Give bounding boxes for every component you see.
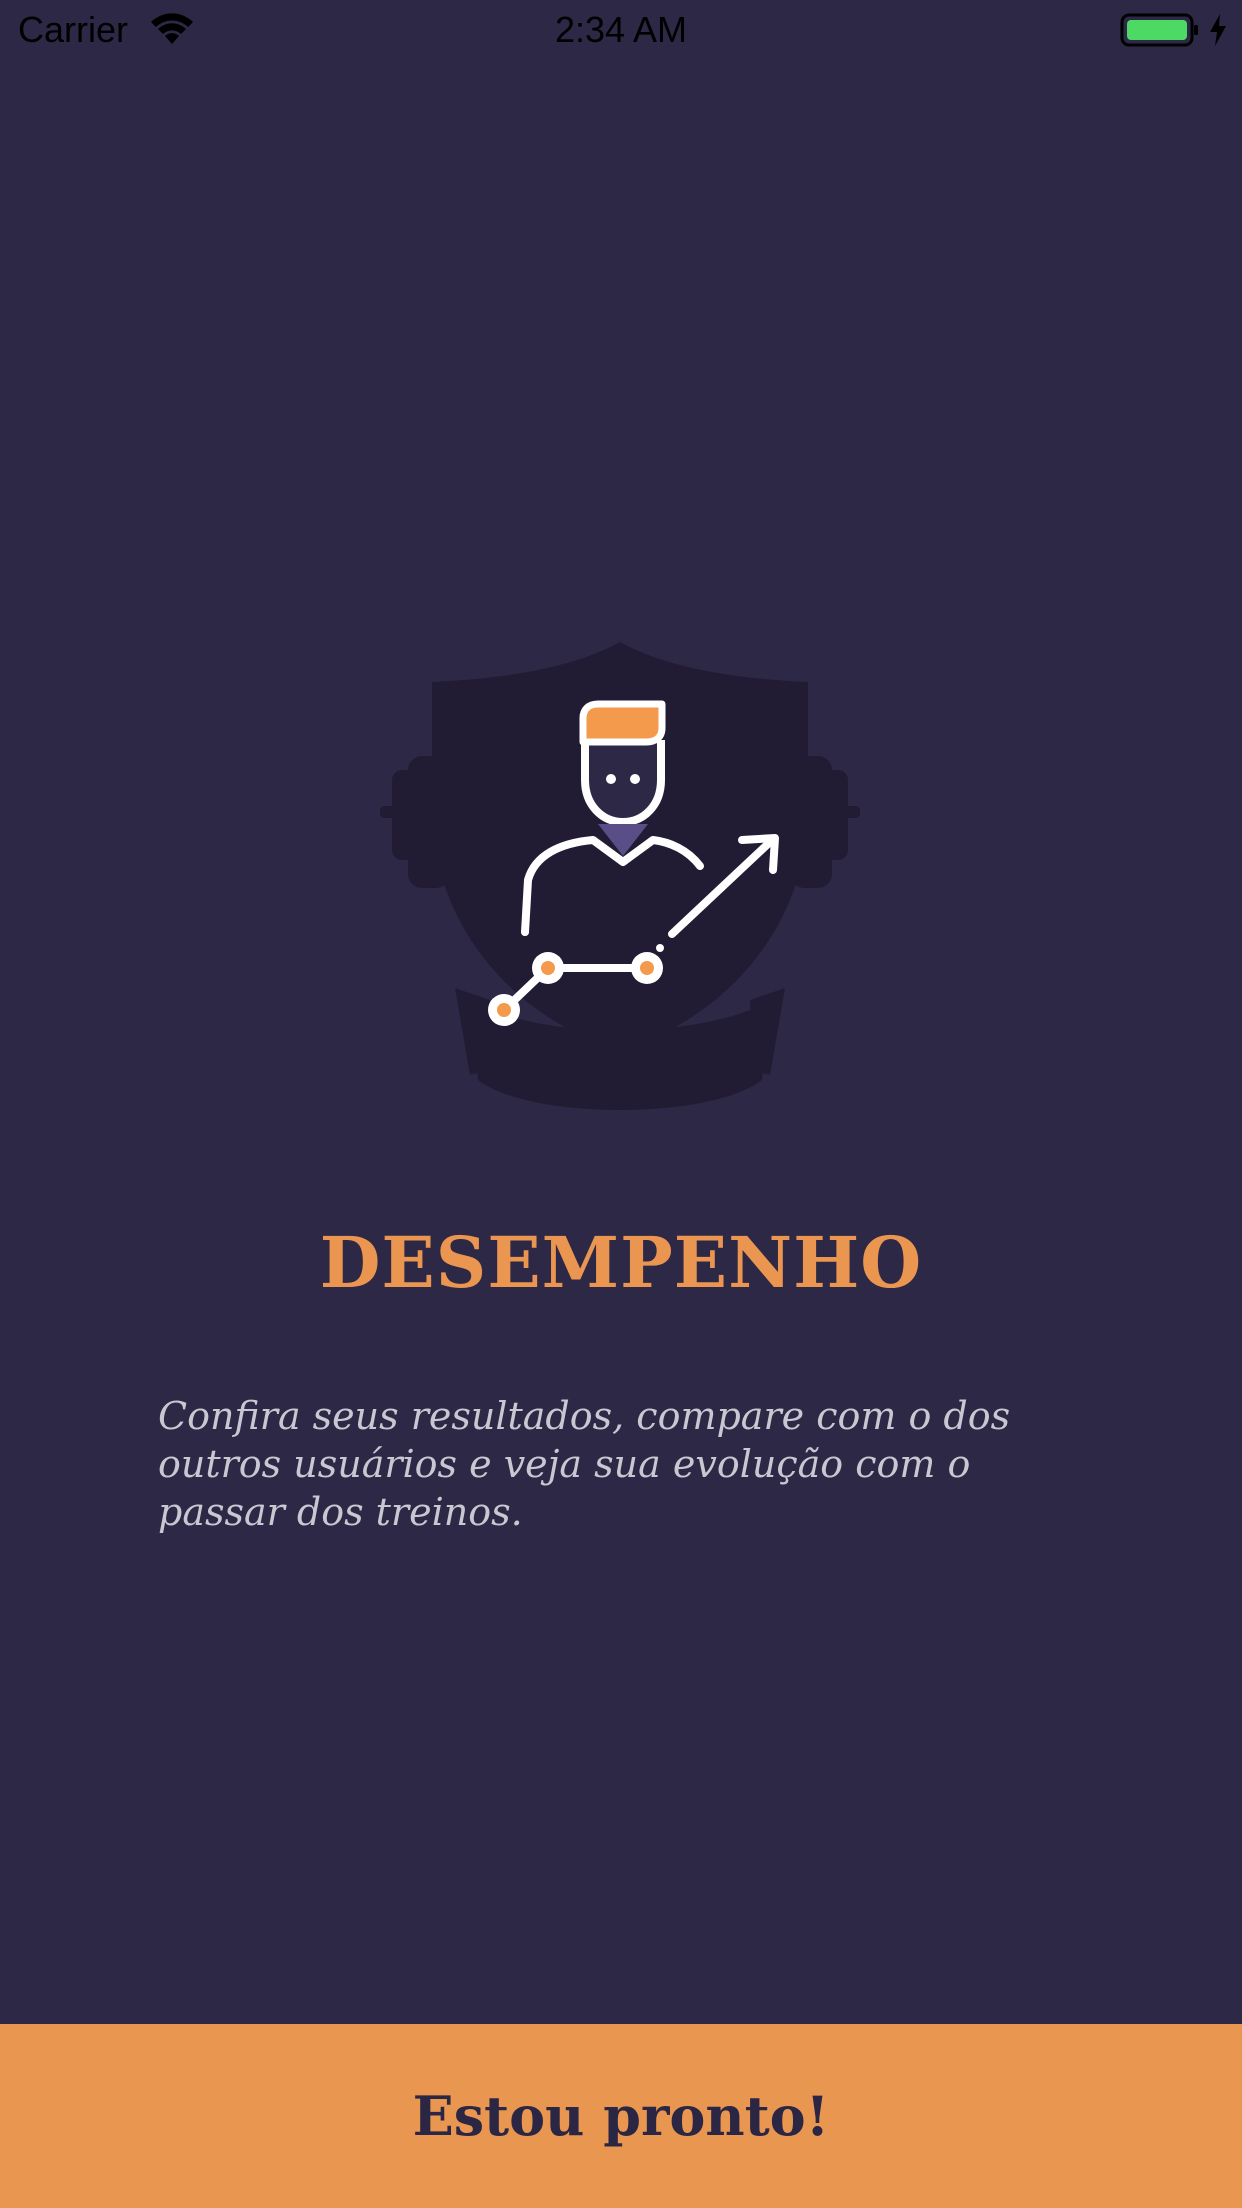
performance-chart-icon xyxy=(380,642,860,1110)
page-description: Confira seus resultados, compare com o d… xyxy=(158,1394,1011,1534)
battery-icon xyxy=(1120,13,1198,47)
page-title: DESEMPENHO xyxy=(319,1221,923,1304)
status-bar: Carrier 2:34 AM xyxy=(0,0,1242,62)
ready-button[interactable]: Estou pronto! xyxy=(0,2024,1242,2208)
onboarding-screen: Carrier 2:34 AM DESEMPENHO Confira seus … xyxy=(0,0,1242,2208)
charging-bolt-icon xyxy=(1210,14,1226,46)
status-time: 2:34 AM xyxy=(554,9,688,50)
